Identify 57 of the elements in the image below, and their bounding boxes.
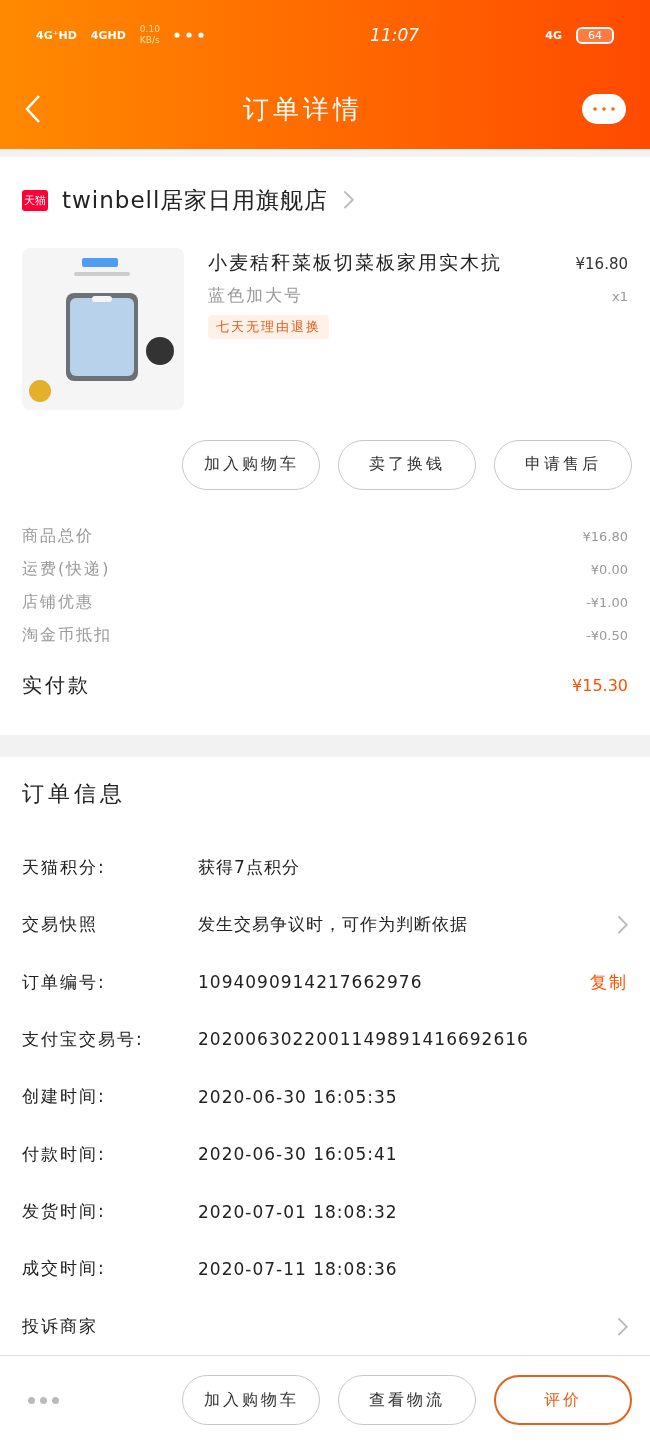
action-button[interactable]: 卖了换钱 (338, 439, 476, 490)
info-label: 发货时间: (22, 1200, 107, 1224)
total-value: ¥15.30 (572, 675, 628, 695)
battery-level: 64 (576, 26, 614, 44)
chevron-right-icon (616, 1315, 628, 1338)
speed-value: 0.10 (139, 24, 160, 35)
info-label: 投诉商家 (22, 1314, 99, 1338)
cost-value: ¥16.80 (582, 528, 628, 544)
info-value: 1094090914217662976 (198, 972, 424, 992)
return-tag: 七天无理由退换 (208, 314, 329, 339)
info-label: 创建时间: (22, 1085, 107, 1109)
chevron-right-icon (342, 189, 355, 211)
page-title: 订单详情 (243, 92, 363, 126)
info-label: 成交时间: (22, 1257, 107, 1281)
store-badge: 天猫 (22, 189, 48, 211)
product-variant: 蓝色加大号 (208, 283, 303, 307)
action-button[interactable]: 加入购物车 (182, 1375, 320, 1425)
action-button[interactable]: 申请售后 (494, 439, 632, 490)
cost-label: 运费(快递) (22, 558, 111, 580)
signal-label: 4G⁺HD (36, 28, 77, 42)
info-value: 2020-06-30 16:05:41 (198, 1144, 399, 1165)
product-title: 小麦秸秆菜板切菜板家用实木抗 (208, 249, 502, 275)
more-icon (593, 107, 615, 112)
section-title: 订单信息 (21, 779, 127, 808)
more-icon (173, 32, 204, 38)
more-button[interactable] (582, 94, 626, 125)
more-icon[interactable] (28, 1396, 59, 1404)
product-price: ¥16.80 (575, 254, 628, 273)
info-value: 2020063022001149891416692616 (198, 1029, 530, 1050)
info-value: 2020-07-11 18:08:36 (198, 1258, 399, 1279)
info-value: 2020-06-30 16:05:35 (198, 1086, 399, 1107)
total-label: 实付款 (22, 671, 91, 699)
network-label: 4G (545, 28, 562, 42)
cost-value: ¥0.00 (590, 561, 628, 577)
cost-value: -¥0.50 (586, 627, 628, 643)
info-label: 订单编号: (22, 970, 107, 994)
info-label: 付款时间: (22, 1142, 107, 1166)
cost-value: -¥1.00 (586, 594, 628, 610)
cost-label: 商品总价 (22, 525, 94, 547)
info-value: 发生交易争议时，可作为判断依据 (198, 913, 469, 937)
chevron-right-icon (616, 913, 628, 936)
clock-time: 11:07 (369, 25, 420, 45)
info-value: 获得7点积分 (198, 855, 301, 879)
info-label: 交易快照 (22, 913, 99, 937)
info-label: 天猫积分: (22, 855, 107, 879)
store-name[interactable]: twinbell居家日用旗舰店 (62, 184, 329, 216)
action-button[interactable]: 查看物流 (338, 1375, 476, 1425)
back-button[interactable] (24, 94, 42, 125)
cost-label: 淘金币抵扣 (22, 624, 112, 646)
info-label: 支付宝交易号: (22, 1027, 145, 1051)
speed-unit: KB/s (139, 35, 160, 46)
product-quantity: x1 (612, 288, 628, 304)
cost-label: 店铺优惠 (22, 591, 94, 613)
action-button[interactable]: 评价 (494, 1375, 632, 1425)
action-button[interactable]: 加入购物车 (182, 439, 320, 490)
info-value: 2020-07-01 18:08:32 (198, 1201, 399, 1222)
signal-label: 4GHD (90, 28, 126, 42)
